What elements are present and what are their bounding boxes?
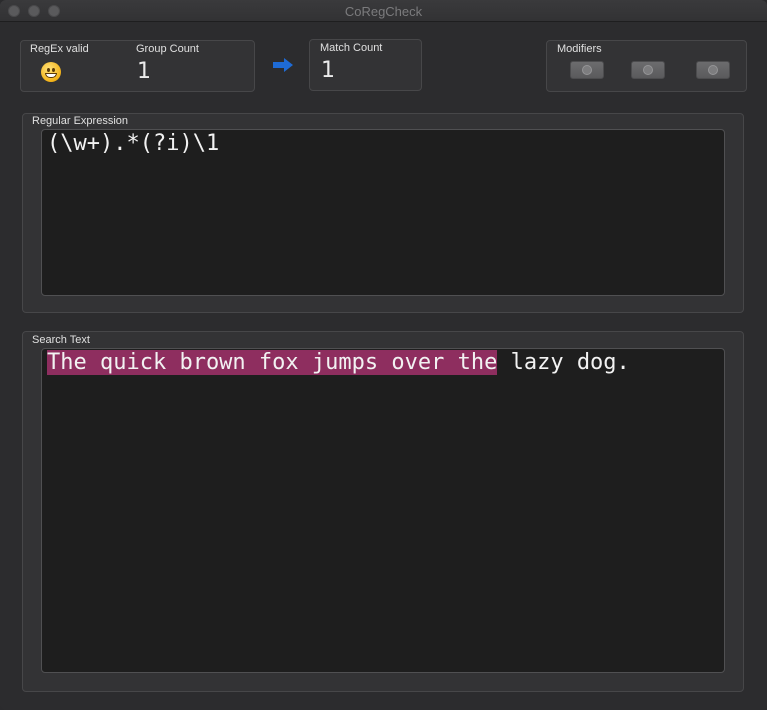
regex-input[interactable]: (\w+).*(?i)\1 bbox=[41, 129, 725, 296]
regex-status-box: RegEx valid Group Count 1 bbox=[20, 40, 255, 92]
modifiers-label: Modifiers bbox=[557, 43, 602, 55]
unmatched-text: lazy dog. bbox=[497, 350, 630, 375]
app-window: CoRegCheck RegEx valid Group Count 1 Mat… bbox=[0, 0, 767, 710]
modifier-toggle-2[interactable] bbox=[631, 61, 665, 79]
group-count-label: Group Count bbox=[136, 43, 199, 55]
match-count-box: Match Count 1 bbox=[309, 39, 422, 91]
right-arrow-icon bbox=[273, 58, 293, 72]
match-highlight: The quick brown fox jumps over the bbox=[47, 350, 498, 375]
regex-panel-label: Regular Expression bbox=[32, 115, 128, 127]
toggle-dot-icon bbox=[582, 65, 592, 75]
regex-input-text: (\w+).*(?i)\1 bbox=[47, 131, 220, 156]
modifier-toggle-3[interactable] bbox=[696, 61, 730, 79]
window-title: CoRegCheck bbox=[344, 4, 423, 19]
search-text-content: The quick brown fox jumps over the lazy … bbox=[47, 349, 630, 377]
modifier-toggle-1[interactable] bbox=[570, 61, 604, 79]
match-count-value: 1 bbox=[321, 58, 335, 83]
toggle-dot-icon bbox=[643, 65, 653, 75]
title-bar[interactable]: CoRegCheck bbox=[0, 0, 767, 22]
smiley-icon bbox=[41, 62, 61, 82]
group-count-value: 1 bbox=[137, 59, 151, 84]
search-panel-label: Search Text bbox=[32, 334, 90, 346]
search-text-input[interactable]: The quick brown fox jumps over the lazy … bbox=[41, 348, 725, 673]
toggle-dot-icon bbox=[708, 65, 718, 75]
match-count-label: Match Count bbox=[320, 42, 383, 54]
regex-valid-label: RegEx valid bbox=[30, 43, 89, 55]
